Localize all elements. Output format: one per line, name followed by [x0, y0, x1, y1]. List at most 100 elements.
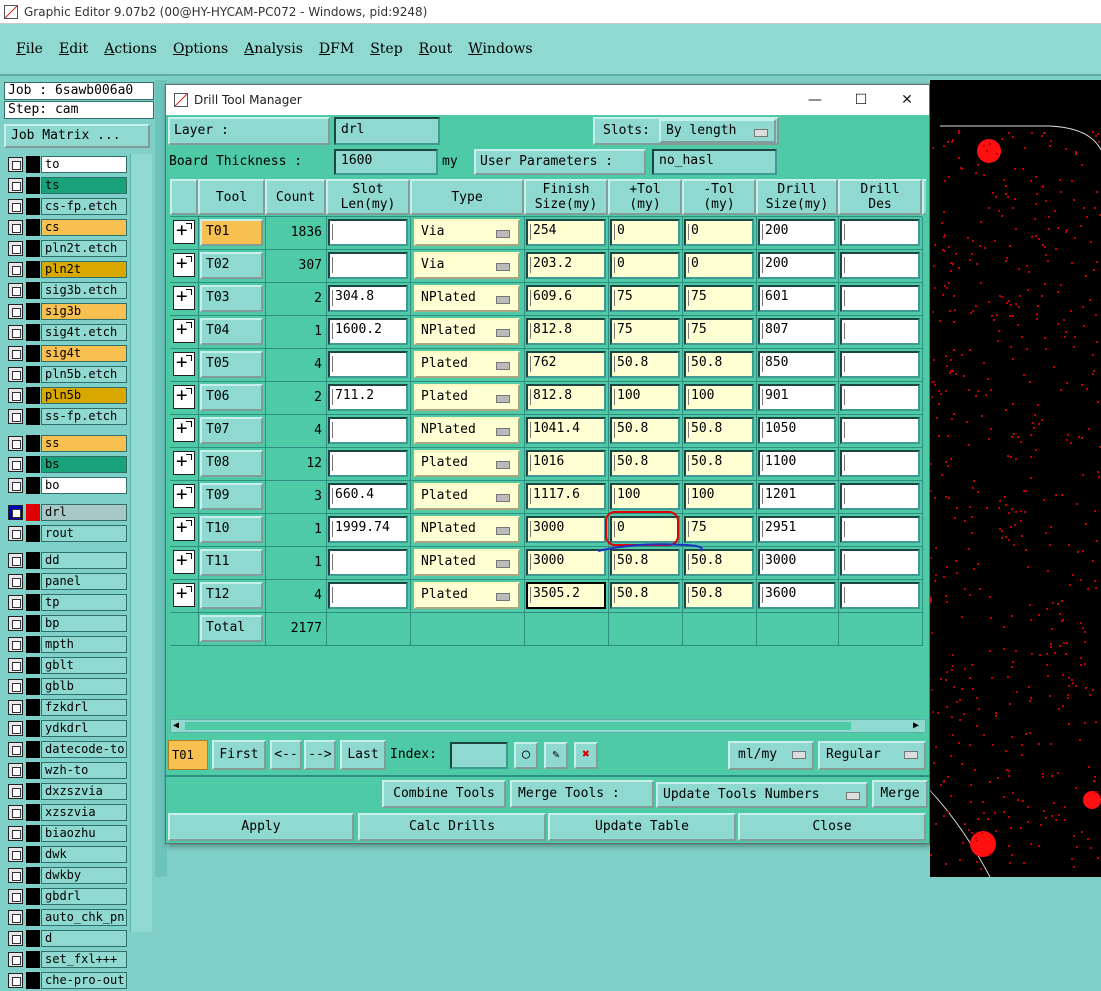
layer-row[interactable]: gblb [4, 676, 128, 697]
layer-row[interactable]: ts [4, 175, 128, 196]
layer-visibility-checkbox[interactable] [8, 595, 23, 610]
layer-color-swatch[interactable] [26, 198, 40, 215]
layer-visibility-checkbox[interactable] [8, 283, 23, 298]
layer-row[interactable]: datecode-to [4, 739, 128, 760]
layer-visibility-checkbox[interactable] [8, 553, 23, 568]
layer-visibility-checkbox[interactable] [8, 616, 23, 631]
layer-color-swatch[interactable] [26, 741, 40, 758]
layer-color-swatch[interactable] [26, 324, 40, 341]
layer-visibility-checkbox[interactable] [8, 868, 23, 883]
layer-color-swatch[interactable] [26, 699, 40, 716]
layer-row[interactable]: d [4, 928, 128, 949]
layer-color-swatch[interactable] [26, 552, 40, 569]
layer-row[interactable]: dxzszvia [4, 781, 128, 802]
layer-visibility-checkbox[interactable] [8, 346, 23, 361]
layer-row[interactable]: to [4, 154, 128, 175]
layer-color-swatch[interactable] [26, 930, 40, 947]
layer-color-swatch[interactable] [26, 846, 40, 863]
layer-row[interactable]: sig4t.etch [4, 322, 128, 343]
layer-visibility-checkbox[interactable] [8, 388, 23, 403]
layer-row[interactable]: cs [4, 217, 128, 238]
layer-list-scrollbar[interactable] [130, 154, 152, 932]
menu-options[interactable]: Options [173, 41, 228, 57]
layer-visibility-checkbox[interactable] [8, 178, 23, 193]
layer-visibility-checkbox[interactable] [8, 505, 23, 520]
layer-color-swatch[interactable] [26, 387, 40, 404]
layer-color-swatch[interactable] [26, 456, 40, 473]
layer-row[interactable]: bs [4, 454, 128, 475]
layer-visibility-checkbox[interactable] [8, 742, 23, 757]
layer-visibility-checkbox[interactable] [8, 721, 23, 736]
layer-color-swatch[interactable] [26, 657, 40, 674]
layer-row[interactable]: che-pro-out [4, 970, 128, 991]
layer-visibility-checkbox[interactable] [8, 889, 23, 904]
layer-visibility-checkbox[interactable] [8, 637, 23, 652]
layer-color-swatch[interactable] [26, 573, 40, 590]
layer-color-swatch[interactable] [26, 477, 40, 494]
layer-row[interactable]: panel [4, 571, 128, 592]
layer-color-swatch[interactable] [26, 261, 40, 278]
layer-visibility-checkbox[interactable] [8, 700, 23, 715]
layer-color-swatch[interactable] [26, 219, 40, 236]
layer-color-swatch[interactable] [26, 636, 40, 653]
layer-color-swatch[interactable] [26, 303, 40, 320]
layer-color-swatch[interactable] [26, 825, 40, 842]
layer-row[interactable]: set_fxl+++ [4, 949, 128, 970]
layer-color-swatch[interactable] [26, 282, 40, 299]
layer-row[interactable]: fzkdrl [4, 697, 128, 718]
layer-row[interactable]: dwk [4, 844, 128, 865]
layer-color-swatch[interactable] [26, 867, 40, 884]
layer-color-swatch[interactable] [26, 525, 40, 542]
menu-edit[interactable]: Edit [59, 41, 88, 57]
layer-color-swatch[interactable] [26, 408, 40, 425]
layer-color-swatch[interactable] [26, 909, 40, 926]
layer-visibility-checkbox[interactable] [8, 157, 23, 172]
layer-row[interactable]: gblt [4, 655, 128, 676]
layer-row[interactable]: cs-fp.etch [4, 196, 128, 217]
layer-visibility-checkbox[interactable] [8, 910, 23, 925]
layer-row[interactable]: tp [4, 592, 128, 613]
layer-color-swatch[interactable] [26, 615, 40, 632]
layer-row[interactable]: sig4t [4, 343, 128, 364]
layer-row[interactable]: gbdrl [4, 886, 128, 907]
layer-row[interactable]: auto_chk_pn. [4, 907, 128, 928]
layer-color-swatch[interactable] [26, 783, 40, 800]
layer-visibility-checkbox[interactable] [8, 658, 23, 673]
layer-color-swatch[interactable] [26, 366, 40, 383]
layer-visibility-checkbox[interactable] [8, 241, 23, 256]
layer-visibility-checkbox[interactable] [8, 436, 23, 451]
layer-visibility-checkbox[interactable] [8, 220, 23, 235]
job-matrix-button[interactable]: Job Matrix ... [4, 124, 150, 148]
layer-row[interactable]: bp [4, 613, 128, 634]
layer-row[interactable]: drl [4, 502, 128, 523]
layer-row[interactable]: rout [4, 523, 128, 544]
layer-color-swatch[interactable] [26, 951, 40, 968]
layer-row[interactable]: mpth [4, 634, 128, 655]
layer-visibility-checkbox[interactable] [8, 325, 23, 340]
layer-visibility-checkbox[interactable] [8, 457, 23, 472]
layer-color-swatch[interactable] [26, 888, 40, 905]
layer-visibility-checkbox[interactable] [8, 679, 23, 694]
layer-color-swatch[interactable] [26, 720, 40, 737]
layer-color-swatch[interactable] [26, 240, 40, 257]
menu-analysis[interactable]: Analysis [244, 41, 303, 57]
layer-visibility-checkbox[interactable] [8, 409, 23, 424]
layer-row[interactable]: dd [4, 550, 128, 571]
layer-color-swatch[interactable] [26, 345, 40, 362]
layer-visibility-checkbox[interactable] [8, 262, 23, 277]
layer-color-swatch[interactable] [26, 804, 40, 821]
layer-visibility-checkbox[interactable] [8, 784, 23, 799]
layer-visibility-checkbox[interactable] [8, 199, 23, 214]
layer-color-swatch[interactable] [26, 177, 40, 194]
menu-windows[interactable]: Windows [468, 41, 532, 57]
layer-visibility-checkbox[interactable] [8, 847, 23, 862]
graphic-canvas[interactable] [930, 80, 1101, 877]
layer-visibility-checkbox[interactable] [8, 478, 23, 493]
layer-color-swatch[interactable] [26, 435, 40, 452]
layer-visibility-checkbox[interactable] [8, 805, 23, 820]
layer-row[interactable]: ss-fp.etch [4, 406, 128, 427]
layer-row[interactable]: pln5b.etch [4, 364, 128, 385]
layer-row[interactable]: sig3b [4, 301, 128, 322]
layer-row[interactable]: pln2t [4, 259, 128, 280]
layer-color-swatch[interactable] [26, 762, 40, 779]
